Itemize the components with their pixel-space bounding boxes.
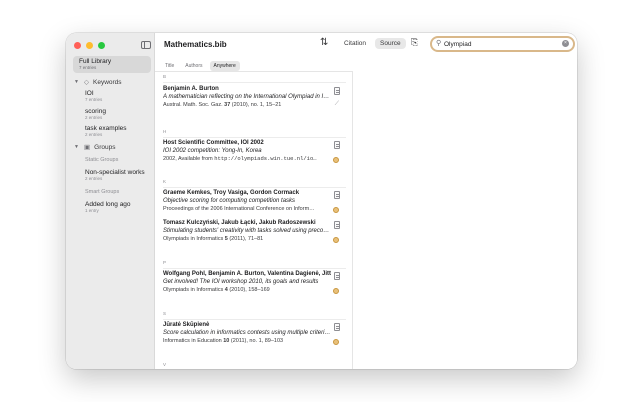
full-library-label: Full Library: [79, 58, 112, 65]
entry-author: Host Scientific Committee, IOI 2002: [163, 140, 264, 146]
minimize-button[interactable]: [86, 42, 93, 49]
window-controls: [74, 42, 105, 49]
sidebar-item-keyword-ioi[interactable]: IOI 7 entries: [85, 90, 102, 103]
keyword-count: 2 entries: [85, 132, 103, 137]
chevron-down-icon[interactable]: ▼: [74, 79, 80, 85]
attachment-link-icon[interactable]: ⟋: [335, 101, 339, 108]
entry-source: Austral. Math. Soc. Gaz. 37 (2010), no. …: [163, 102, 282, 108]
web-status-icon[interactable]: [333, 237, 339, 243]
group-label: Non-specialist works: [85, 169, 145, 176]
document-icon[interactable]: [334, 323, 340, 331]
document-icon[interactable]: [334, 221, 340, 229]
section-letter: H: [163, 129, 167, 134]
close-button[interactable]: [74, 42, 81, 49]
entry-source: Informatics in Education 10 (2011), no. …: [163, 338, 284, 344]
section-divider: [163, 268, 346, 269]
document-icon[interactable]: [334, 141, 340, 149]
section-letter: V: [163, 362, 167, 367]
entry-title: Stimulating students' creativity with ta…: [163, 228, 330, 234]
clear-search-icon[interactable]: ×: [562, 40, 569, 47]
section-letter: K: [163, 179, 167, 184]
app-window: Full Library 7 entries ▼ ◇ Keywords IOI …: [66, 33, 577, 369]
entry-source: Olympiads in Informatics 5 (2011), 71–81: [163, 236, 264, 242]
smart-groups-label: Smart Groups: [85, 189, 120, 195]
citation-view-button[interactable]: Citation: [339, 38, 371, 49]
list-item[interactable]: Host Scientific Committee, IOI 2002 IOI …: [163, 139, 347, 163]
entry-source: 2002, Available from http://olympiads.wi…: [163, 155, 317, 162]
keyword-label: task examples: [85, 125, 127, 132]
section-divider: [163, 82, 346, 83]
list-item[interactable]: Tomasz Kulczyński, Jakub Łącki, Jakub Ra…: [163, 219, 347, 243]
group-count: 1 entry: [85, 208, 99, 213]
sidebar-toggle-icon[interactable]: [141, 41, 151, 49]
group-label: Added long ago: [85, 201, 131, 208]
keyword-count: 2 entries: [85, 115, 103, 120]
sidebar: Full Library 7 entries ▼ ◇ Keywords IOI …: [66, 33, 155, 369]
entry-author: Tomasz Kulczyński, Jakub Łącki, Jakub Ra…: [163, 220, 316, 226]
filter-tab-authors[interactable]: Authors: [181, 61, 206, 71]
entry-title: Objective scoring for computing competit…: [163, 198, 296, 204]
sidebar-item-keyword-scoring[interactable]: scoring 2 entries: [85, 108, 106, 121]
keyword-label: IOI: [85, 90, 94, 97]
section-divider: [163, 137, 346, 138]
sidebar-item-non-specialist-works[interactable]: Non-specialist works 2 entries: [85, 169, 145, 182]
entry-list[interactable]: B Benjamin A. Burton A mathematician ref…: [155, 71, 353, 369]
clipboard-icon[interactable]: ⎘: [411, 37, 418, 48]
toolbar: Mathematics.bib ⇅ Citation Source ⎘ ⚲ ×: [155, 33, 577, 55]
keyword-label: scoring: [85, 108, 106, 115]
static-groups-label: Static Groups: [85, 157, 119, 163]
list-item[interactable]: Wolfgang Pohl, Benjamin A. Burton, Valen…: [163, 270, 347, 294]
list-item[interactable]: Benjamin A. Burton A mathematician refle…: [163, 85, 347, 109]
section-divider: [163, 187, 346, 188]
entry-author: Jūratė Skūpienė: [163, 322, 210, 328]
keywords-header-label: Keywords: [93, 78, 122, 86]
web-status-icon[interactable]: [333, 339, 339, 345]
entry-author: Wolfgang Pohl, Benjamin A. Burton, Valen…: [163, 271, 331, 277]
document-title: Mathematics.bib: [164, 40, 227, 49]
document-icon[interactable]: [334, 272, 340, 280]
entry-source: Proceedings of the 2006 International Co…: [163, 206, 315, 212]
entry-title: Get involved! The IOI workshop 2010, its…: [163, 279, 319, 285]
entry-title: Score calculation in informatics contest…: [163, 330, 331, 336]
keywords-section-header[interactable]: ▼ ◇ Keywords: [74, 78, 122, 87]
list-item[interactable]: Graeme Kemkes, Troy Vasiga, Gordon Corma…: [163, 189, 347, 213]
section-letter: B: [163, 74, 167, 79]
entry-title: A mathematician reflecting on the Intern…: [163, 94, 330, 100]
entry-author: Benjamin A. Burton: [163, 86, 219, 92]
sidebar-item-added-long-ago[interactable]: Added long ago 1 entry: [85, 201, 131, 214]
detail-pane: [354, 71, 577, 369]
entry-source: Olympiads in Informatics 4 (2010), 158–1…: [163, 287, 270, 293]
source-view-button[interactable]: Source: [375, 38, 406, 49]
entry-title: IOI 2002 competition: Yong-In, Korea: [163, 148, 262, 154]
entry-author: Graeme Kemkes, Troy Vasiga, Gordon Corma…: [163, 190, 300, 196]
folder-icon: ▣: [84, 144, 91, 151]
section-letter: P: [163, 260, 167, 265]
section-letter: S: [163, 311, 167, 316]
document-icon[interactable]: [334, 191, 340, 199]
sort-arrows-icon[interactable]: ⇅: [320, 37, 328, 48]
chevron-down-icon[interactable]: ▼: [74, 144, 80, 150]
web-status-icon[interactable]: [333, 157, 339, 163]
zoom-button[interactable]: [98, 42, 105, 49]
list-item[interactable]: Jūratė Skūpienė Score calculation in inf…: [163, 321, 347, 345]
group-count: 2 entries: [85, 176, 103, 181]
web-status-icon[interactable]: [333, 288, 339, 294]
document-icon[interactable]: [334, 87, 340, 95]
web-status-icon[interactable]: [333, 207, 339, 213]
section-divider: [163, 319, 346, 320]
tag-icon: ◇: [84, 79, 89, 86]
view-mode-control: Citation Source: [339, 38, 406, 49]
groups-header-label: Groups: [94, 143, 116, 151]
groups-section-header[interactable]: ▼ ▣ Groups: [74, 143, 116, 152]
search-icon: ⚲: [436, 40, 442, 47]
search-input[interactable]: [444, 39, 559, 49]
filter-tab-anywhere[interactable]: Anywhere: [209, 61, 240, 71]
keyword-count: 7 entries: [85, 97, 103, 102]
sidebar-item-keyword-task-examples[interactable]: task examples 2 entries: [85, 125, 127, 138]
sidebar-item-full-library[interactable]: Full Library 7 entries: [73, 56, 151, 73]
full-library-count: 7 entries: [79, 65, 97, 70]
search-scope-tabs: Title Authors Anywhere: [161, 61, 240, 71]
filter-tab-title[interactable]: Title: [161, 61, 178, 71]
search-field[interactable]: ⚲ ×: [430, 36, 575, 52]
